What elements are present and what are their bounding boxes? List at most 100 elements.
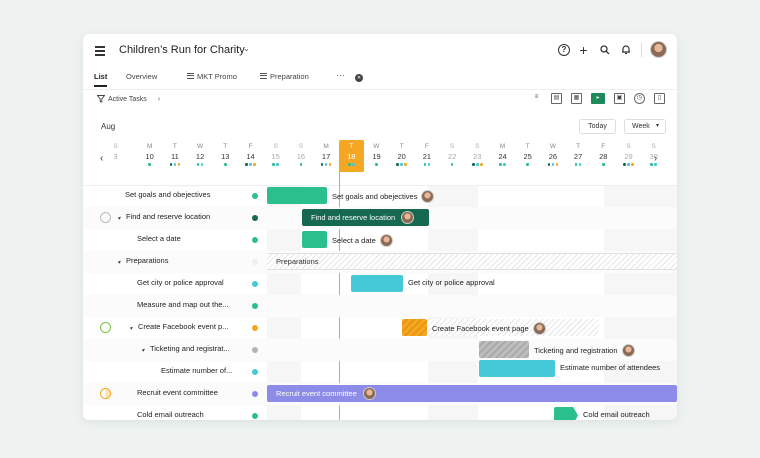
day-cell-27[interactable]: T 27 [566, 140, 591, 172]
chevron-right-icon[interactable]: › [158, 96, 160, 103]
project-title[interactable]: Children’s Run for Charity [119, 44, 245, 56]
day-cell-17[interactable]: M 17 [314, 140, 339, 172]
assignee-avatar[interactable] [379, 234, 393, 247]
day-letter: S [626, 143, 631, 150]
day-cell-16[interactable]: S 16 [288, 140, 313, 172]
timer-icon[interactable]: ◷ [634, 93, 645, 104]
task-name[interactable]: ▲ Ticketing and registrat... [140, 344, 230, 354]
day-cell-15[interactable]: S 15 [263, 140, 288, 172]
task-name[interactable]: Estimate number of... [161, 366, 232, 375]
progress-ring-icon[interactable] [100, 212, 111, 223]
task-dots [414, 163, 439, 166]
day-cell-28[interactable]: F 28 [591, 140, 616, 172]
day-cell-22[interactable]: S 22 [440, 140, 465, 172]
progress-ring-icon[interactable] [100, 322, 111, 333]
calendar-icon[interactable]: ▣ [614, 93, 625, 104]
task-row[interactable]: Measure and map out the... [83, 295, 677, 317]
tab-mkt-promo[interactable]: MKT Promo [187, 72, 237, 81]
status-dot [252, 347, 258, 353]
task-bar-label-text: Get city or police approval [408, 278, 495, 287]
day-number: 29 [624, 152, 633, 161]
task-bar[interactable] [351, 275, 403, 292]
panel-icon[interactable]: ▯ [654, 93, 665, 104]
assignee-avatar[interactable] [421, 190, 435, 203]
assignee-avatar[interactable] [532, 322, 546, 335]
task-dots [616, 163, 641, 166]
task-bar[interactable] [479, 341, 529, 358]
day-letter: T [223, 143, 228, 150]
day-letter: T [525, 143, 530, 150]
task-bar[interactable] [302, 231, 327, 248]
day-cell-13[interactable]: T 13 [213, 140, 238, 172]
status-dot [252, 237, 258, 243]
tab-list[interactable]: List [94, 72, 108, 87]
menu-icon[interactable] [95, 46, 105, 58]
tab-label: Preparation [270, 72, 309, 81]
day-cell-10[interactable]: M 10 [137, 140, 162, 172]
tab-preparation[interactable]: Preparation [260, 72, 309, 81]
task-name[interactable]: ▲ Preparations [116, 256, 169, 266]
tab-overview[interactable]: Overview [126, 72, 157, 81]
task-bar[interactable]: Find and reserve location [302, 209, 429, 226]
task-name[interactable]: Select a date [137, 234, 181, 243]
task-bar[interactable]: Preparations [267, 253, 677, 270]
day-cell-12[interactable]: W 12 [188, 140, 213, 172]
expand-caret-icon[interactable]: ▲ [128, 324, 136, 332]
day-cell-14[interactable]: F 14 [238, 140, 263, 172]
progress-ring-icon[interactable] [100, 388, 111, 399]
help-icon[interactable]: ? [558, 43, 570, 56]
day-cell-3[interactable]: S3 [103, 140, 128, 172]
assignee-avatar[interactable] [362, 387, 376, 400]
day-cell-11[interactable]: T 11 [162, 140, 187, 172]
day-letter: M [323, 143, 329, 150]
top-bar: Children’s Run for Charity ⌄ ? + [83, 34, 677, 68]
day-cell-30[interactable]: S 30 [641, 140, 666, 172]
day-letter: T [576, 143, 581, 150]
table-icon[interactable]: ▦ [571, 93, 582, 104]
more-tabs-icon[interactable]: ··· [336, 70, 345, 80]
day-cell-26[interactable]: W 26 [540, 140, 565, 172]
bell-icon[interactable] [618, 42, 633, 57]
user-avatar[interactable] [650, 41, 667, 58]
task-bar[interactable]: Recruit event committee [267, 385, 677, 402]
day-cell-23[interactable]: S 23 [465, 140, 490, 172]
task-name[interactable]: ▲ Create Facebook event p... [128, 322, 229, 332]
filter-button[interactable]: Active Tasks › [97, 95, 160, 103]
board-icon[interactable]: ▤ [551, 93, 562, 104]
day-cell-19[interactable]: W 19 [364, 140, 389, 172]
assignee-avatar[interactable] [621, 344, 635, 357]
today-button[interactable]: Today [579, 119, 616, 134]
plus-icon[interactable]: + [576, 42, 591, 58]
day-cell-21[interactable]: F 21 [414, 140, 439, 172]
gantt-view-icon[interactable]: ▸ [591, 93, 605, 104]
task-name[interactable]: Recruit event committee [137, 388, 218, 397]
task-bar[interactable] [267, 187, 327, 204]
task-name[interactable]: ▲ Find and reserve location [116, 212, 211, 222]
search-icon[interactable] [597, 42, 612, 57]
align-icon[interactable]: ≡ [531, 93, 542, 104]
task-name[interactable]: Get city or police approval [137, 278, 224, 287]
task-name[interactable]: Cold email outreach [137, 410, 204, 419]
week-selector[interactable]: Week ▾ [624, 119, 666, 134]
assignee-avatar[interactable] [401, 211, 415, 224]
task-name[interactable]: Set goals and obejectives [125, 190, 210, 199]
task-dots [314, 163, 339, 166]
day-letter: T [349, 143, 354, 150]
day-cell-20[interactable]: T 20 [389, 140, 414, 172]
task-bar[interactable] [479, 360, 555, 377]
date-strip: ‹ › S 3 M 10 T 11 W 12 T 13 F 14 S 15 S 16 M 17 T 18 W 19 T 20 F… [83, 140, 677, 182]
day-letter: S [298, 143, 304, 150]
day-cell-29[interactable]: S 29 [616, 140, 641, 172]
expand-caret-icon[interactable]: ▲ [140, 346, 148, 354]
day-number: 22 [447, 152, 457, 161]
day-cell-25[interactable]: T 25 [515, 140, 540, 172]
close-icon[interactable]: ✕ [355, 74, 363, 82]
task-name[interactable]: Measure and map out the... [137, 300, 229, 309]
task-bar[interactable] [402, 319, 427, 336]
chevron-down-icon[interactable]: ⌄ [243, 44, 250, 53]
day-cell-24[interactable]: M 24 [490, 140, 515, 172]
task-bar-label-text: Select a date [332, 236, 376, 245]
day-cell-18[interactable]: T 18 [338, 140, 364, 172]
expand-caret-icon[interactable]: ▲ [116, 258, 124, 266]
expand-caret-icon[interactable]: ▲ [116, 214, 124, 222]
